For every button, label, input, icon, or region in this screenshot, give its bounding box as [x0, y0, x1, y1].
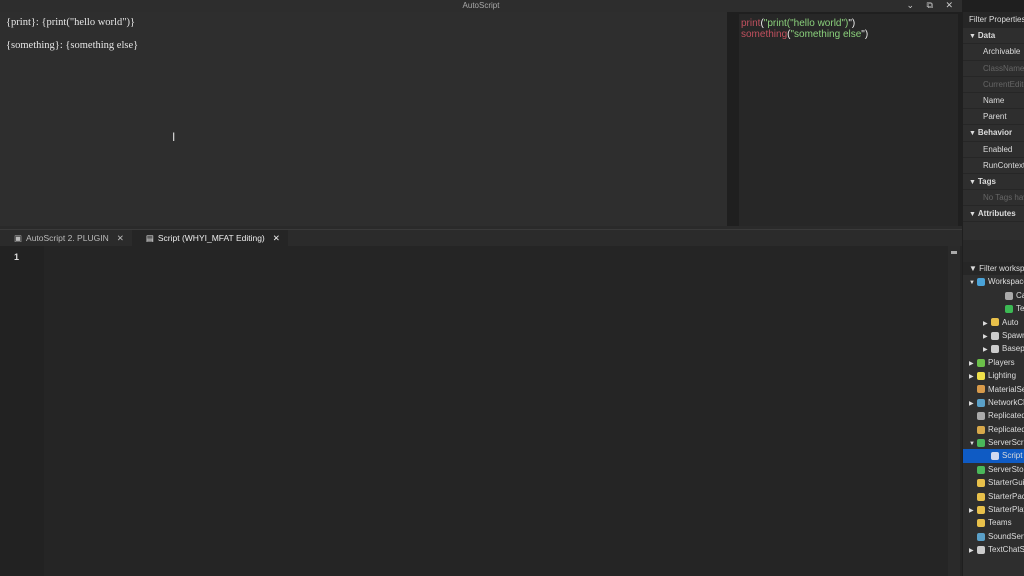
mapping-line[interactable]: {print}: {print("hello world")} [6, 17, 135, 28]
explorer-item[interactable]: StarterPack [963, 490, 1024, 503]
property-row[interactable]: CurrentEditor [963, 77, 1024, 93]
collapse-arrow-icon[interactable]: ▼ [969, 33, 978, 40]
instance-icon [977, 479, 985, 487]
explorer-item[interactable]: ▶SpawnLocation [963, 329, 1024, 342]
explorer-item[interactable]: SoundService [963, 530, 1024, 543]
instance-icon [977, 546, 985, 554]
tab-autoscript-plugin[interactable]: ▣AutoScript 2. PLUGIN✕ [0, 230, 132, 246]
instance-icon [977, 493, 985, 501]
preview-line: print("print("hello world")") [741, 18, 956, 29]
property-row[interactable]: No Tags have been added [963, 190, 1024, 206]
explorer-item[interactable]: Teams [963, 516, 1024, 529]
vertical-scrollbar[interactable] [948, 246, 960, 576]
filter-icon: ▼ [969, 264, 977, 273]
explorer-item[interactable]: ▶Players [963, 356, 1024, 369]
explorer-item[interactable]: ▶Baseplate [963, 342, 1024, 355]
window-controls[interactable]: ⌄ ⧉ ✕ [906, 0, 958, 11]
explorer-item[interactable]: Terrain [963, 302, 1024, 315]
preview-panel: print("print("hello world")") something(… [739, 14, 958, 226]
explorer-item[interactable]: ▼ServerScriptService [963, 436, 1024, 449]
collapse-arrow-icon[interactable]: ▼ [969, 130, 978, 137]
tab-bar: ▣AutoScript 2. PLUGIN✕ ▤Script (WHYI_MFA… [0, 230, 962, 246]
script-editor[interactable]: 1 [0, 246, 962, 576]
instance-icon [1005, 292, 1013, 300]
instance-icon [977, 439, 985, 447]
line-number-gutter: 1 [0, 246, 44, 576]
plugin-icon: ▣ [14, 233, 22, 244]
close-icon[interactable]: ✕ [273, 233, 280, 244]
instance-icon [991, 318, 999, 326]
instance-icon [991, 452, 999, 460]
explorer-panel: ▼ Filter workspace ▼WorkspaceCameraTerra… [963, 262, 1024, 576]
filter-workspace-input[interactable]: ▼ Filter workspace [963, 262, 1024, 275]
explorer-item[interactable]: Script [963, 449, 1024, 462]
property-category[interactable]: ▼ Attributes [963, 206, 1024, 222]
instance-icon [977, 506, 985, 514]
instance-icon [977, 412, 985, 420]
property-row[interactable]: Name [963, 93, 1024, 109]
text-cursor-icon: I [172, 130, 175, 144]
instance-icon [977, 466, 985, 474]
close-icon[interactable]: ✕ [117, 233, 124, 244]
instance-icon [977, 359, 985, 367]
explorer-item[interactable]: ReplicatedStorage [963, 423, 1024, 436]
properties-panel: Filter Properties ▼ DataArchivableClassN… [963, 12, 1024, 240]
filter-properties-input[interactable]: Filter Properties [963, 12, 1024, 28]
property-row[interactable]: Enabled [963, 142, 1024, 158]
property-row[interactable]: Archivable [963, 44, 1024, 60]
instance-icon [977, 519, 985, 527]
property-row[interactable]: Parent [963, 109, 1024, 125]
explorer-item[interactable]: StarterGui [963, 476, 1024, 489]
instance-icon [977, 533, 985, 541]
instance-icon [1005, 305, 1013, 313]
script-icon: ▤ [146, 233, 154, 244]
instance-icon [977, 385, 985, 393]
instance-icon [991, 332, 999, 340]
instance-icon [977, 372, 985, 380]
explorer-item[interactable]: ▼Workspace [963, 275, 1024, 288]
property-row[interactable]: ClassName [963, 61, 1024, 77]
instance-icon [977, 399, 985, 407]
property-category[interactable]: ▼ Data [963, 28, 1024, 44]
collapse-arrow-icon[interactable]: ▼ [969, 179, 978, 186]
mapping-editor[interactable]: {print}: {print("hello world")} {somethi… [0, 12, 727, 226]
instance-icon [991, 345, 999, 353]
instance-icon [977, 426, 985, 434]
tab-script[interactable]: ▤Script (WHYI_MFAT Editing)✕ [132, 230, 288, 246]
mapping-line[interactable]: {something}: {something else} [6, 40, 138, 51]
explorer-item[interactable]: MaterialService [963, 383, 1024, 396]
explorer-item[interactable]: ▶TextChatService [963, 543, 1024, 556]
line-number: 1 [14, 252, 19, 262]
window-title: AutoScript [0, 0, 962, 12]
collapse-arrow-icon[interactable]: ▼ [969, 211, 978, 218]
property-category[interactable]: ▼ Tags [963, 174, 1024, 190]
explorer-item[interactable]: ▶Auto [963, 316, 1024, 329]
explorer-item[interactable]: ▶StarterPlayer [963, 503, 1024, 516]
explorer-item[interactable]: ServerStorage [963, 463, 1024, 476]
panel-divider [963, 240, 1024, 262]
scroll-thumb[interactable] [951, 251, 957, 254]
property-category[interactable]: ▼ Behavior [963, 125, 1024, 141]
expand-arrow-icon[interactable]: ▶ [969, 545, 977, 558]
explorer-item[interactable]: ReplicatedFirst [963, 409, 1024, 422]
explorer-item[interactable]: Camera [963, 289, 1024, 302]
explorer-item[interactable]: ▶NetworkClient [963, 396, 1024, 409]
preview-line: something("something else") [741, 29, 956, 40]
explorer-item[interactable]: ▶Lighting [963, 369, 1024, 382]
instance-icon [977, 278, 985, 286]
property-row[interactable]: RunContext [963, 158, 1024, 174]
